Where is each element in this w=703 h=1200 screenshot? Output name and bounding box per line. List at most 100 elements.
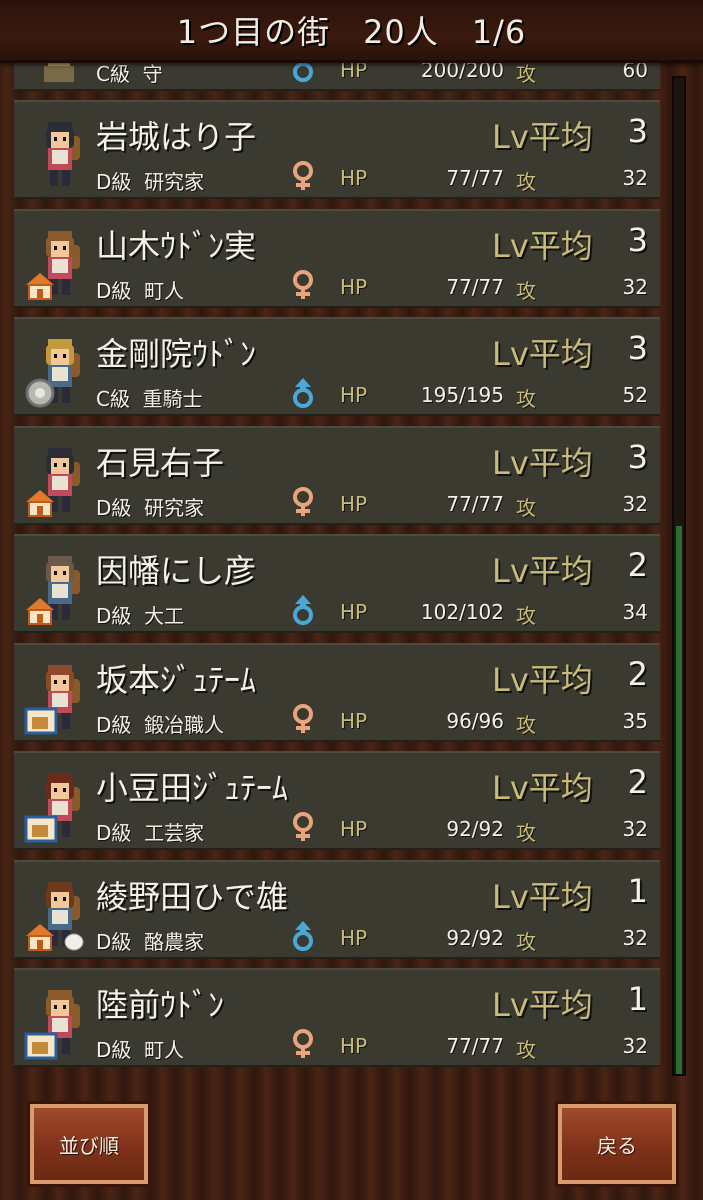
hp-value: 102/102 <box>420 600 504 624</box>
attack-value: 34 <box>622 600 648 624</box>
hp-label: HP <box>340 166 368 190</box>
list-item[interactable]: 岩城はり子 Lv平均 3 D級 研究家 HP 77/77 攻 32 <box>14 100 660 199</box>
level-value: 2 <box>627 546 648 584</box>
level-value: 3 <box>627 329 648 367</box>
male-icon <box>293 920 313 951</box>
list-item[interactable]: 因幡にし彦 Lv平均 2 D級 大工 HP 102/102 攻 34 <box>14 534 660 633</box>
level-value: 3 <box>627 437 648 476</box>
level-value: 3 <box>627 112 648 150</box>
list-item-partial[interactable]: C級 守 HP 200/200 攻 60 <box>14 60 660 91</box>
rank-job-text: D級 研究家 <box>96 170 205 194</box>
attack-label: 攻 <box>516 62 536 86</box>
level-value: 3 <box>627 220 648 259</box>
list-item[interactable]: 陸前ｳﾄﾞﾝ Lv平均 1 D級 町人 HP 77/77 攻 32 <box>14 968 660 1067</box>
character-sprite <box>24 990 80 1060</box>
attack-value: 60 <box>622 60 648 82</box>
hp-label: HP <box>340 383 368 407</box>
list-scrollbar[interactable] <box>672 76 686 1076</box>
town-residents-screen: 1つ目の街 20人 1/6 C級 守 HP 200/200 攻 60 岩城はり子… <box>0 0 703 1200</box>
character-name: 岩城はり子 <box>96 118 257 156</box>
list-item[interactable]: 石見右子 Lv平均 3 D級 研究家 HP 77/77 攻 32 <box>14 425 660 525</box>
character-sprite <box>26 447 80 517</box>
male-icon <box>293 595 313 625</box>
rank-job-text: D級 町人 <box>96 278 185 303</box>
hp-value: 77/77 <box>446 1034 504 1058</box>
character-list[interactable]: C級 守 HP 200/200 攻 60 岩城はり子 Lv平均 3 D級 研究家 HP 7… <box>14 60 660 1075</box>
level-average-label: Lv平均 <box>492 335 593 373</box>
character-name: 陸前ｳﾄﾞﾝ <box>96 986 225 1024</box>
level-average-label: Lv平均 <box>492 118 593 156</box>
attack-label: 攻 <box>516 929 536 954</box>
hp-value: 77/77 <box>446 274 504 299</box>
page-title: 1つ目の街 20人 1/6 <box>176 13 527 51</box>
level-value: 2 <box>627 654 648 693</box>
character-sprite <box>25 339 80 408</box>
list-item[interactable]: 金剛院ｳﾄﾞﾝ Lv平均 3 C級 重騎士 HP 195/195 攻 52 <box>14 317 660 416</box>
female-icon <box>293 1029 313 1058</box>
hp-label: HP <box>340 1034 368 1058</box>
sort-order-button[interactable]: 並び順 <box>27 1101 151 1187</box>
hp-value: 195/195 <box>420 383 504 407</box>
attack-value: 32 <box>622 817 648 841</box>
level-value: 1 <box>627 871 648 910</box>
hp-value: 77/77 <box>446 491 504 516</box>
attack-label: 攻 <box>516 821 536 845</box>
female-icon <box>293 703 313 733</box>
hp-label: HP <box>340 925 368 950</box>
scrollbar-thumb[interactable] <box>676 526 682 1074</box>
attack-label: 攻 <box>516 387 536 411</box>
female-icon <box>293 161 313 190</box>
rank-job-text: D級 大工 <box>96 604 185 628</box>
hp-label: HP <box>340 817 368 841</box>
list-item[interactable]: 綾野田ひで雄 Lv平均 1 D級 酪農家 HP 92/92 攻 32 <box>14 859 660 959</box>
character-name: 綾野田ひで雄 <box>96 877 289 916</box>
male-icon <box>293 60 313 82</box>
female-icon <box>293 269 313 299</box>
list-item[interactable]: 小豆田ｼﾞｭﾃｰﾑ Lv平均 2 D級 工芸家 HP 92/92 攻 32 <box>14 751 660 850</box>
attack-value: 35 <box>622 708 648 733</box>
character-sprite <box>44 60 74 82</box>
character-sprite <box>26 556 80 625</box>
level-average-label: Lv平均 <box>492 660 593 699</box>
character-name: 山木ｳﾄﾞﾝ実 <box>96 226 257 265</box>
list-item[interactable]: 坂本ｼﾞｭﾃｰﾑ Lv平均 2 D級 鍛冶職人 HP 96/96 攻 35 <box>14 642 660 742</box>
attack-value: 32 <box>622 1034 648 1058</box>
rank-job-text: D級 研究家 <box>96 495 205 520</box>
character-sprite <box>26 881 84 951</box>
hp-value: 96/96 <box>446 708 504 733</box>
list-item[interactable]: 山木ｳﾄﾞﾝ実 Lv平均 3 D級 町人 HP 77/77 攻 32 <box>14 208 660 308</box>
character-name: 金剛院ｳﾄﾞﾝ <box>96 335 257 373</box>
attack-label: 攻 <box>516 278 536 303</box>
hp-label: HP <box>340 60 368 82</box>
attack-value: 52 <box>622 383 648 407</box>
hp-label: HP <box>340 491 368 516</box>
character-sprite <box>26 230 80 300</box>
character-name: 坂本ｼﾞｭﾃｰﾑ <box>96 660 257 699</box>
level-value: 2 <box>627 763 648 801</box>
character-sprite <box>46 122 80 186</box>
attack-value: 32 <box>622 491 648 516</box>
character-name: 因幡にし彦 <box>96 552 257 590</box>
level-average-label: Lv平均 <box>492 552 593 590</box>
hp-value: 77/77 <box>446 166 504 190</box>
attack-label: 攻 <box>516 604 536 628</box>
female-icon <box>293 812 313 841</box>
level-average-label: Lv平均 <box>492 877 593 916</box>
hp-label: HP <box>340 274 368 299</box>
attack-label: 攻 <box>516 495 536 520</box>
back-button[interactable]: 戻る <box>555 1101 679 1187</box>
attack-value: 32 <box>622 925 648 950</box>
level-average-label: Lv平均 <box>492 986 593 1024</box>
male-icon <box>293 378 313 408</box>
attack-label: 攻 <box>516 712 536 737</box>
level-average-label: Lv平均 <box>492 226 593 265</box>
level-average-label: Lv平均 <box>492 443 593 482</box>
hp-value: 92/92 <box>446 817 504 841</box>
character-sprite <box>24 773 80 843</box>
character-sprite <box>24 664 80 734</box>
rank-job-text: D級 工芸家 <box>96 821 205 845</box>
character-name: 小豆田ｼﾞｭﾃｰﾑ <box>96 769 289 807</box>
female-icon <box>293 486 313 516</box>
attack-label: 攻 <box>516 170 536 194</box>
level-average-label: Lv平均 <box>492 769 593 807</box>
